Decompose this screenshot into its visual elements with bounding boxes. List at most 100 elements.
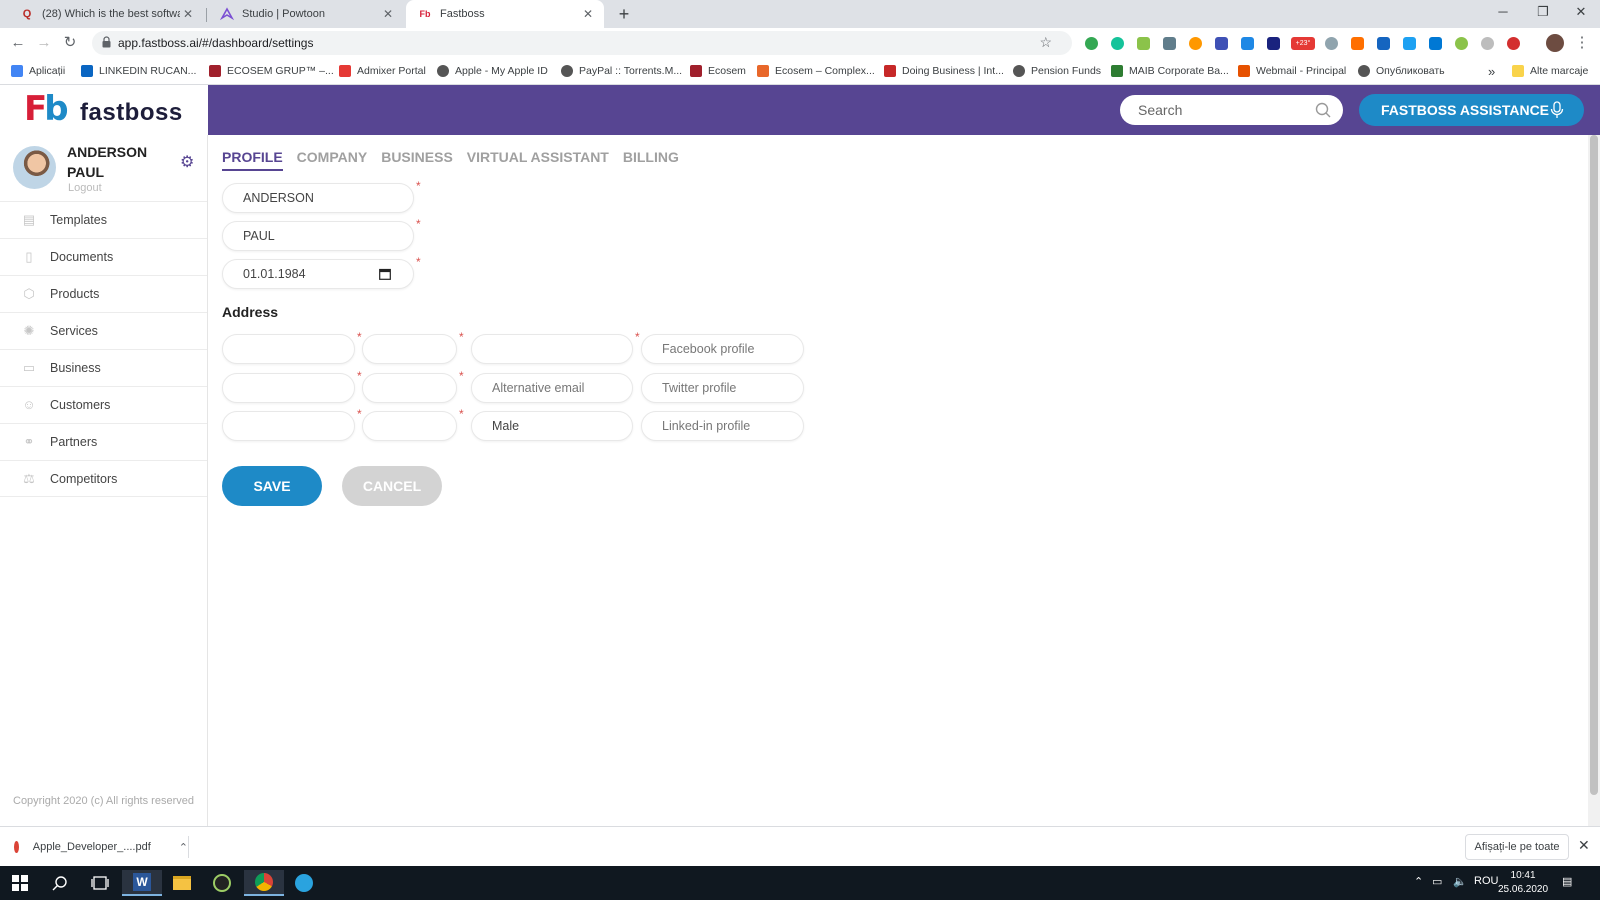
chrome-icon[interactable] <box>244 870 284 896</box>
sidebar-item-business[interactable]: ▭ Business <box>0 349 207 386</box>
close-icon[interactable]: ✕ <box>580 7 596 21</box>
logout-link[interactable]: Logout <box>68 182 102 194</box>
extension-icon[interactable] <box>1241 37 1254 50</box>
close-icon[interactable]: ✕ <box>1578 837 1590 854</box>
network-icon[interactable]: ▭ <box>1432 875 1442 888</box>
language-indicator[interactable]: ROU <box>1474 875 1498 887</box>
id-icon[interactable] <box>1267 37 1280 50</box>
address-input[interactable] <box>383 381 446 395</box>
sidebar-item-customers[interactable]: ☺ Customers <box>0 386 207 423</box>
close-icon[interactable]: ✕ <box>380 7 396 21</box>
file-explorer-icon[interactable] <box>162 870 202 896</box>
sidebar-item-services[interactable]: ✺ Services <box>0 312 207 349</box>
chevron-up-icon[interactable]: ⌃ <box>179 841 188 854</box>
linkedin-profile-input[interactable] <box>662 419 793 433</box>
reload-button[interactable]: ↻ <box>60 33 80 53</box>
discount-icon[interactable] <box>1351 37 1364 50</box>
twitter-profile-input[interactable] <box>662 381 793 395</box>
sidebar-item-documents[interactable]: ▯ Documents <box>0 238 207 275</box>
address-input[interactable] <box>492 342 622 356</box>
camera-icon[interactable] <box>1215 37 1228 50</box>
address-input[interactable] <box>383 342 446 356</box>
twitter-icon[interactable] <box>1403 37 1416 50</box>
volume-icon[interactable]: 🔈 <box>1453 875 1467 888</box>
task-view-icon[interactable] <box>80 870 120 896</box>
download-item[interactable]: Apple_Developer_....pdf ⌃ <box>14 836 189 858</box>
extension-icon[interactable] <box>1189 37 1202 50</box>
bookmark-item[interactable]: Pension Funds <box>1013 63 1101 79</box>
address-input[interactable] <box>383 419 446 433</box>
bookmark-item[interactable]: Опубликовать <box>1358 63 1445 79</box>
tab-company[interactable]: COMPANY <box>297 149 368 171</box>
outlook-icon[interactable] <box>1429 37 1442 50</box>
sidebar-item-templates[interactable]: ▤ Templates <box>0 201 207 238</box>
notifications-icon[interactable]: ▤ <box>1562 875 1572 888</box>
profile-avatar[interactable] <box>1546 34 1564 52</box>
bookmark-item[interactable]: Admixer Portal <box>339 63 426 79</box>
bookmark-item[interactable]: Ecosem <box>690 63 746 79</box>
menu-icon[interactable]: ⋮ <box>1572 33 1592 53</box>
browser-tab-powtoon[interactable]: Studio | Powtoon ✕ <box>208 0 404 28</box>
bookmark-item[interactable]: PayPal :: Torrents.M... <box>561 63 682 79</box>
extension-icon[interactable] <box>1085 37 1098 50</box>
avatar[interactable] <box>13 146 56 189</box>
address-input[interactable] <box>243 419 344 433</box>
bookmark-item[interactable]: MAIB Corporate Ba... <box>1111 63 1229 79</box>
browser-tab-fastboss[interactable]: Fb Fastboss ✕ <box>406 0 604 28</box>
bookmarks-overflow-button[interactable]: » <box>1488 63 1495 79</box>
telegram-icon[interactable] <box>284 870 324 896</box>
search-icon[interactable] <box>40 870 80 896</box>
weather-icon[interactable]: +23° <box>1291 37 1315 50</box>
close-icon[interactable]: ✕ <box>180 7 196 21</box>
clock[interactable]: 10:41 25.06.2020 <box>1498 869 1548 897</box>
tab-billing[interactable]: BILLING <box>623 149 679 171</box>
app-icon[interactable] <box>202 870 242 896</box>
bookmark-item[interactable]: LINKEDIN RUCAN... <box>81 63 196 79</box>
sidebar-item-partners[interactable]: ⚭ Partners <box>0 423 207 460</box>
word-icon[interactable]: W <box>122 870 162 896</box>
scrollbar-thumb[interactable] <box>1590 135 1598 795</box>
browser-tab-quora[interactable]: Q (28) Which is the best software to ✕ <box>8 0 204 28</box>
bookmark-item[interactable]: Webmail - Principal <box>1238 63 1346 79</box>
scrollbar[interactable] <box>1588 135 1600 826</box>
other-bookmarks[interactable]: Alte marcaje <box>1512 63 1588 79</box>
last-name-input[interactable] <box>243 229 403 243</box>
grammarly-icon[interactable] <box>1111 37 1124 50</box>
bookmark-item[interactable]: Aplicații <box>11 63 65 79</box>
first-name-input[interactable] <box>243 191 403 205</box>
forward-button[interactable]: → <box>34 33 54 53</box>
window-close-button[interactable]: ✕ <box>1561 0 1600 26</box>
cancel-button[interactable]: CANCEL <box>342 466 442 506</box>
restore-button[interactable]: ❐ <box>1523 0 1563 26</box>
extension-icon[interactable] <box>1481 37 1494 50</box>
address-bar[interactable]: app.fastboss.ai/#/dashboard/settings ☆ <box>92 31 1072 55</box>
facebook-profile-input[interactable] <box>662 342 793 356</box>
extension-icon[interactable] <box>1507 37 1520 50</box>
tab-profile[interactable]: PROFILE <box>222 149 283 171</box>
gender-input[interactable] <box>492 419 622 433</box>
bookmark-item[interactable]: Apple - My Apple ID <box>437 63 548 79</box>
sidebar-item-products[interactable]: ⬡ Products <box>0 275 207 312</box>
extension-icon[interactable] <box>1137 37 1150 50</box>
minimize-button[interactable]: ─ <box>1483 0 1523 26</box>
address-input[interactable] <box>243 381 344 395</box>
sidebar-item-competitors[interactable]: ⚖ Competitors <box>0 460 207 497</box>
logo[interactable]: Fb fastboss <box>0 85 208 135</box>
search-icon[interactable] <box>1315 102 1331 118</box>
search-input[interactable] <box>1138 101 1308 119</box>
bookmark-item[interactable]: Ecosem – Complex... <box>757 63 875 79</box>
back-button[interactable]: ← <box>8 33 28 53</box>
calendar-icon[interactable] <box>379 268 391 280</box>
extension-icon[interactable] <box>1163 37 1176 50</box>
address-input[interactable] <box>243 342 344 356</box>
cloud-icon[interactable] <box>1325 37 1338 50</box>
bookmark-item[interactable]: ECOSEM GRUP™ –... <box>209 63 334 79</box>
bookmark-item[interactable]: Doing Business | Int... <box>884 63 1004 79</box>
gear-icon[interactable]: ⚙ <box>180 152 194 172</box>
save-button[interactable]: SAVE <box>222 466 322 506</box>
show-all-button[interactable]: Afișați-le pe toate <box>1465 834 1569 860</box>
bookmark-star-icon[interactable]: ☆ <box>1039 34 1052 51</box>
extension-icon[interactable] <box>1377 37 1390 50</box>
new-tab-button[interactable]: + <box>613 3 635 25</box>
tab-business[interactable]: BUSINESS <box>381 149 453 171</box>
